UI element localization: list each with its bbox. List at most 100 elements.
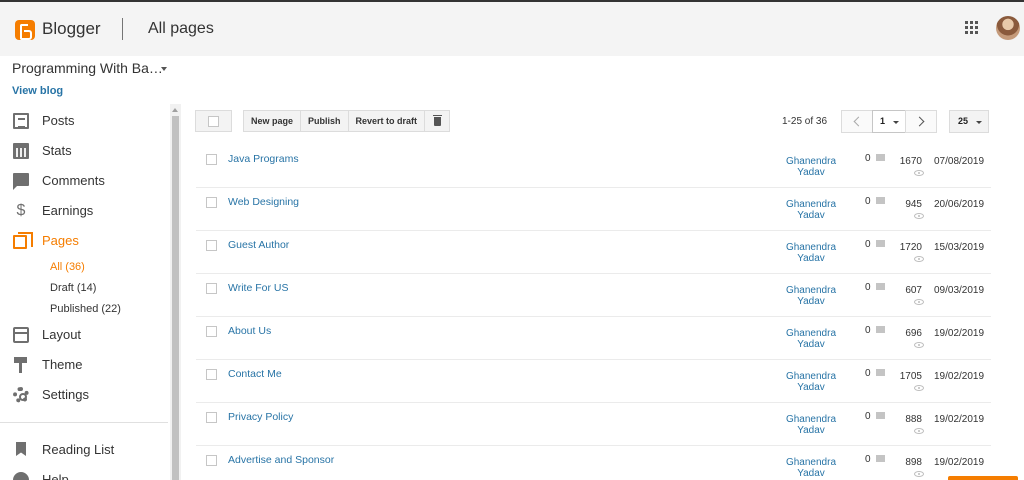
row-checkbox[interactable]: [206, 326, 217, 337]
eye-icon: [914, 471, 924, 477]
select-all-checkbox[interactable]: [195, 110, 232, 132]
author-link[interactable]: Ghanendra Yadav: [780, 371, 842, 393]
apps-grid-icon[interactable]: [965, 21, 979, 35]
table-row[interactable]: Java Programs Ghanendra Yadav 0 1670 07/08/2…: [196, 145, 991, 188]
sidebar: Posts Stats Comments $ Earnings Pages Al…: [0, 104, 168, 480]
author-link[interactable]: Ghanendra Yadav: [780, 199, 842, 221]
row-checkbox[interactable]: [206, 369, 217, 380]
comment-icon: [876, 412, 885, 419]
per-page-value: 25: [958, 116, 969, 126]
comment-count: 0: [865, 325, 871, 336]
earnings-icon: $: [16, 202, 26, 219]
eye-icon: [914, 385, 924, 391]
blogger-logo-icon[interactable]: [15, 20, 35, 40]
page-date: 19/02/2019: [934, 328, 985, 339]
sidebar-item-label: Help: [42, 472, 69, 480]
view-count: 945: [905, 199, 922, 210]
sidebar-scrollbar-thumb[interactable]: [172, 116, 179, 480]
sidebar-item-comments[interactable]: Comments: [0, 169, 168, 193]
table-row[interactable]: Guest Author Ghanendra Yadav 0 1720 15/03/20…: [196, 231, 991, 274]
row-checkbox[interactable]: [206, 240, 217, 251]
stats-icon: [13, 143, 29, 159]
row-checkbox[interactable]: [206, 197, 217, 208]
page-title-link[interactable]: Java Programs: [228, 153, 299, 165]
current-page-value: 1: [880, 116, 886, 126]
page-title-link[interactable]: Contact Me: [228, 368, 282, 380]
page-date: 19/02/2019: [934, 457, 985, 468]
page-date: 20/06/2019: [934, 199, 985, 210]
row-checkbox[interactable]: [206, 154, 217, 165]
action-button-group: New page Publish Revert to draft: [243, 110, 451, 132]
row-checkbox[interactable]: [206, 283, 217, 294]
blog-selector[interactable]: Programming With Ba…: [12, 60, 163, 76]
comment-count: 0: [865, 411, 871, 422]
delete-button[interactable]: [424, 110, 451, 132]
publish-button[interactable]: Publish: [300, 110, 349, 132]
chevron-left-icon: [853, 116, 864, 127]
comment-icon: [876, 154, 885, 161]
chevron-down-icon[interactable]: [161, 67, 167, 71]
comment-icon: [876, 455, 885, 462]
comment-count: 0: [865, 282, 871, 293]
sidebar-subitem-all[interactable]: All (36): [50, 261, 85, 273]
comment-icon: [876, 326, 885, 333]
chevron-down-icon: [976, 121, 982, 124]
chevron-down-icon: [893, 121, 899, 124]
author-link[interactable]: Ghanendra Yadav: [780, 414, 842, 436]
page-title-link[interactable]: Guest Author: [228, 239, 289, 251]
avatar[interactable]: [996, 16, 1020, 40]
next-page-button[interactable]: [905, 110, 937, 133]
table-row[interactable]: Advertise and Sponsor Ghanendra Yadav 0 898…: [196, 446, 991, 480]
sidebar-item-settings[interactable]: Settings: [0, 383, 168, 407]
comment-icon: [876, 197, 885, 204]
row-checkbox[interactable]: [206, 455, 217, 466]
trash-icon: [433, 115, 443, 126]
page-title-link[interactable]: About Us: [228, 325, 271, 337]
per-page-select[interactable]: 25: [949, 110, 989, 133]
author-link[interactable]: Ghanendra Yadav: [780, 457, 842, 479]
brand-name[interactable]: Blogger: [42, 19, 101, 39]
author-link[interactable]: Ghanendra Yadav: [780, 156, 842, 178]
previous-page-button[interactable]: [841, 110, 873, 133]
author-link[interactable]: Ghanendra Yadav: [780, 242, 842, 264]
sidebar-item-reading-list[interactable]: Reading List: [0, 438, 168, 462]
revert-to-draft-button[interactable]: Revert to draft: [347, 110, 426, 132]
author-link[interactable]: Ghanendra Yadav: [780, 285, 842, 307]
row-checkbox[interactable]: [206, 412, 217, 423]
notification-chip[interactable]: [948, 476, 1018, 480]
view-count: 898: [905, 457, 922, 468]
page-title: All pages: [148, 20, 214, 37]
sidebar-item-earnings[interactable]: $ Earnings: [0, 199, 168, 223]
sidebar-subitem-published[interactable]: Published (22): [50, 303, 121, 315]
chevron-right-icon: [914, 116, 925, 127]
sidebar-item-stats[interactable]: Stats: [0, 139, 168, 163]
sidebar-item-pages[interactable]: Pages: [0, 229, 168, 253]
sidebar-item-theme[interactable]: Theme: [0, 353, 168, 377]
author-link[interactable]: Ghanendra Yadav: [780, 328, 842, 350]
view-count: 696: [905, 328, 922, 339]
scroll-up-arrow-icon[interactable]: [172, 108, 178, 112]
sidebar-subitem-draft[interactable]: Draft (14): [50, 282, 96, 294]
sidebar-item-layout[interactable]: Layout: [0, 323, 168, 347]
table-row[interactable]: Privacy Policy Ghanendra Yadav 0 888 19/02/2…: [196, 403, 991, 446]
table-row[interactable]: About Us Ghanendra Yadav 0 696 19/02/2019: [196, 317, 991, 360]
view-count: 888: [905, 414, 922, 425]
page-date: 19/02/2019: [934, 414, 985, 425]
page-title-link[interactable]: Privacy Policy: [228, 411, 293, 423]
page-title-link[interactable]: Advertise and Sponsor: [228, 454, 334, 466]
page-date: 09/03/2019: [934, 285, 985, 296]
page-title-link[interactable]: Web Designing: [228, 196, 299, 208]
view-blog-link[interactable]: View blog: [12, 85, 63, 97]
sidebar-item-posts[interactable]: Posts: [0, 109, 168, 133]
table-row[interactable]: Contact Me Ghanendra Yadav 0 1705 19/02/2019: [196, 360, 991, 403]
comment-count: 0: [865, 153, 871, 164]
sidebar-item-help[interactable]: Help: [0, 468, 168, 480]
page-number-select[interactable]: 1: [872, 110, 906, 133]
page-title-link[interactable]: Write For US: [228, 282, 288, 294]
comment-count: 0: [865, 454, 871, 465]
sidebar-item-label: Posts: [42, 113, 75, 128]
new-page-button[interactable]: New page: [243, 110, 302, 132]
eye-icon: [914, 256, 924, 262]
table-row[interactable]: Write For US Ghanendra Yadav 0 607 09/03/201…: [196, 274, 991, 317]
table-row[interactable]: Web Designing Ghanendra Yadav 0 945 20/06/20…: [196, 188, 991, 231]
